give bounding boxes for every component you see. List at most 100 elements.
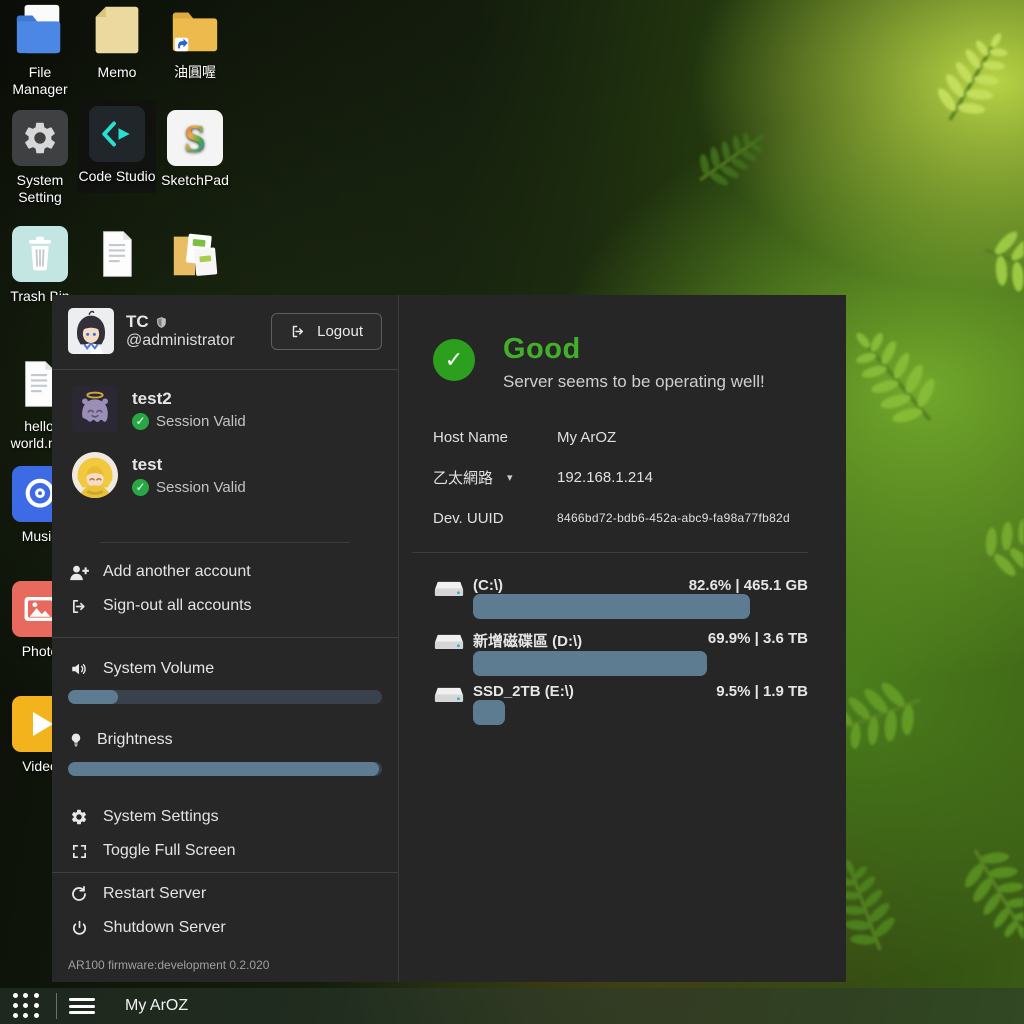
app-grid-button[interactable] [13, 993, 40, 1020]
file-manager-icon [12, 2, 68, 58]
toggle-fullscreen-item[interactable]: Toggle Full Screen [52, 834, 398, 868]
gear-icon [70, 808, 88, 826]
network-row: 乙太網路 ▾ 192.168.1.214 [433, 467, 808, 488]
add-account-item[interactable]: Add another account [52, 555, 398, 589]
system-settings-label: System Settings [103, 808, 219, 826]
desktop-icon-label: System Setting [1, 172, 79, 206]
uuid-label: Dev. UUID [433, 510, 557, 527]
disk-name: SSD_2TB (E:\) [473, 683, 574, 700]
brightness-slider-fill [68, 762, 379, 776]
disk-row-e: SSD_2TB (E:\) 9.5% | 1.9 TB [433, 683, 808, 708]
network-interface-dropdown[interactable]: 乙太網路 ▾ [433, 467, 557, 488]
session-status: Session Valid [156, 413, 246, 430]
system-settings-item[interactable]: System Settings [52, 800, 398, 834]
sign-out-icon [70, 598, 89, 615]
disk-usage-fill [473, 700, 505, 725]
avatar [72, 452, 118, 498]
account-list: test2 ✓ Session Valid test ✓ Session Valid [52, 370, 398, 518]
account-row-test2[interactable]: test2 ✓ Session Valid [72, 386, 378, 432]
volume-slider-fill [68, 690, 118, 704]
disk-usage: 9.5% | 1.9 TB [716, 683, 808, 700]
divider [412, 552, 808, 553]
disk-row-d: 新增磁碟區 (D:\) 69.9% | 3.6 TB [433, 630, 808, 655]
shutdown-server-label: Shutdown Server [103, 919, 226, 937]
shutdown-server-item[interactable]: Shutdown Server [52, 911, 398, 945]
brightness-slider[interactable] [68, 762, 382, 776]
check-icon: ✓ [132, 413, 149, 430]
disk-usage-fill [473, 594, 750, 619]
desktop: File Manager Memo 油圓喔 System Setting Cod… [0, 0, 1024, 1024]
logout-button[interactable]: Logout [271, 313, 382, 350]
system-setting-icon [12, 110, 68, 166]
current-user-info: TC @administrator [126, 312, 271, 350]
session-status: Session Valid [156, 479, 246, 496]
desktop-icon-label: Code Studio [78, 168, 155, 185]
account-row-test[interactable]: test ✓ Session Valid [72, 452, 378, 498]
logout-label: Logout [317, 323, 363, 340]
desktop-icon-label: Memo [98, 64, 137, 81]
logout-icon [290, 324, 307, 339]
account-name: test [132, 455, 162, 474]
desktop-icon-file-manager[interactable]: File Manager [1, 2, 79, 98]
disk-name: (C:\) [473, 577, 503, 594]
hostname-row: Host Name My ArOZ [433, 428, 808, 446]
restart-server-item[interactable]: Restart Server [52, 877, 398, 911]
signout-all-label: Sign-out all accounts [103, 597, 252, 615]
account-name: test2 [132, 389, 172, 408]
hard-drive-icon [433, 630, 465, 653]
current-user-header: TC @administrator Logout [52, 295, 398, 365]
desktop-icon-system-setting[interactable]: System Setting [1, 110, 79, 206]
hard-drive-icon [433, 683, 465, 706]
taskbar: My ArOZ [0, 988, 1024, 1024]
status-check-icon: ✓ [433, 339, 475, 381]
power-icon [71, 919, 88, 937]
folder-files-icon [167, 226, 223, 282]
trash-icon [12, 226, 68, 282]
chevron-down-icon: ▾ [507, 471, 513, 484]
status-title: Good [503, 333, 765, 366]
menu-button[interactable] [69, 998, 95, 1014]
hard-drive-icon [433, 577, 465, 600]
memo-icon [89, 2, 145, 58]
add-user-icon [69, 564, 90, 581]
admin-shield-icon [155, 315, 168, 330]
add-account-label: Add another account [103, 563, 251, 581]
hostname-value: My ArOZ [557, 429, 616, 446]
slider-section: System Volume Brightness [52, 638, 398, 776]
check-icon: ✓ [132, 479, 149, 496]
divider [56, 993, 57, 1019]
disk-usage: 82.6% | 465.1 GB [689, 577, 808, 594]
uuid-row: Dev. UUID 8466bd72-bdb6-452a-abc9-fa98a7… [433, 509, 808, 527]
desktop-icon-folder-files[interactable] [156, 226, 234, 288]
desktop-icon-document[interactable] [78, 226, 156, 288]
desktop-icon-memo[interactable]: Memo [78, 2, 156, 81]
ip-address-value: 192.168.1.214 [557, 469, 653, 486]
signout-all-item[interactable]: Sign-out all accounts [52, 589, 398, 623]
desktop-icon-label: SketchPad [161, 172, 229, 189]
disk-usage: 69.9% | 3.6 TB [708, 630, 808, 651]
restart-server-label: Restart Server [103, 885, 206, 903]
current-user-name: TC [126, 312, 149, 332]
sketchpad-icon: S [167, 110, 223, 166]
restart-icon [70, 885, 88, 903]
toggle-fullscreen-label: Toggle Full Screen [103, 842, 236, 860]
server-status-panel: ✓ Good Server seems to be operating well… [398, 295, 846, 982]
volume-slider[interactable] [68, 690, 382, 704]
desktop-icon-sketchpad[interactable]: S SketchPad [156, 110, 234, 189]
disk-row-c: (C:\) 82.6% | 465.1 GB [433, 577, 808, 602]
server-health: ✓ Good Server seems to be operating well… [433, 333, 808, 392]
status-subtitle: Server seems to be operating well! [503, 372, 765, 392]
folder-shortcut-icon [167, 2, 223, 58]
brightness-label: Brightness [97, 731, 173, 749]
desktop-icon-code-studio[interactable]: Code Studio [78, 100, 156, 193]
divider [52, 872, 398, 873]
disk-usage-bar [473, 700, 808, 725]
desktop-icon-trash-bin[interactable]: Trash Bin [1, 226, 79, 305]
code-studio-icon [89, 106, 145, 162]
firmware-version: AR100 firmware:development 0.2.020 [68, 958, 382, 972]
desktop-icon-folder-shortcut[interactable]: 油圓喔 [156, 2, 234, 81]
avatar [72, 386, 118, 432]
user-menu-panel: TC @administrator Logout test2 ✓ Session … [52, 295, 398, 982]
disk-list: (C:\) 82.6% | 465.1 GB 新增磁碟區 (D:\) 69.9%… [433, 577, 808, 708]
play-icon [33, 712, 53, 736]
